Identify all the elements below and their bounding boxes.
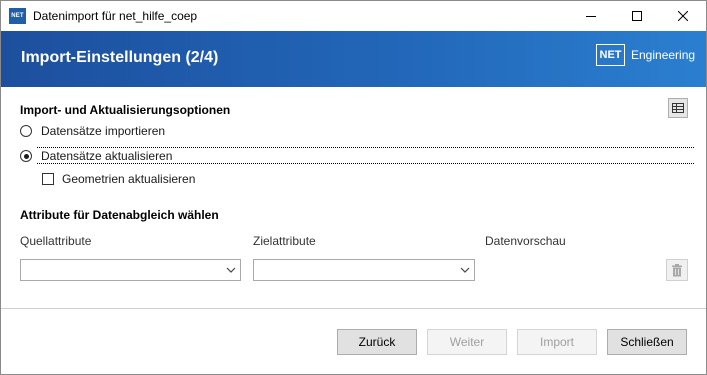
brand-logo: NET Engineering xyxy=(596,44,695,66)
radio-import-label: Datensätze importieren xyxy=(41,124,166,138)
logo-text: Engineering xyxy=(631,48,696,62)
next-button[interactable]: Weiter xyxy=(427,329,507,355)
radio-import-row[interactable]: Datensätze importieren xyxy=(20,124,165,138)
close-icon xyxy=(678,11,688,21)
matching-heading: Attribute für Datenabgleich wählen xyxy=(20,208,219,222)
dialog-window: NET Datenimport für net_hilfe_coep Impor… xyxy=(0,0,707,375)
target-attributes-label: Zielattribute xyxy=(253,234,316,248)
source-attributes-label: Quellattribute xyxy=(20,234,92,248)
geometry-checkbox-label: Geometrien aktualisieren xyxy=(62,172,196,186)
minimize-icon xyxy=(586,16,596,17)
maximize-icon xyxy=(632,11,642,21)
trash-icon xyxy=(672,263,682,276)
logo-mark: NET xyxy=(596,44,625,66)
table-icon xyxy=(672,103,684,113)
window-title: Datenimport für net_hilfe_coep xyxy=(33,9,198,23)
table-view-button[interactable] xyxy=(668,98,688,118)
title-bar: NET Datenimport für net_hilfe_coep xyxy=(1,1,706,31)
radio-update-row[interactable]: Datensätze aktualisieren xyxy=(20,149,172,163)
geometry-checkbox-row[interactable]: Geometrien aktualisieren xyxy=(42,172,195,186)
footer-divider xyxy=(1,308,706,309)
back-button[interactable]: Zurück xyxy=(337,329,417,355)
delete-row-button[interactable] xyxy=(666,259,688,281)
data-preview-label: Datenvorschau xyxy=(485,234,566,248)
options-heading: Import- und Aktualisierungsoptionen xyxy=(20,103,231,117)
source-attribute-select[interactable] xyxy=(20,259,241,281)
chevron-down-icon xyxy=(226,267,236,273)
minimize-button[interactable] xyxy=(568,1,614,31)
radio-import[interactable] xyxy=(20,125,32,137)
radio-update[interactable] xyxy=(20,150,32,162)
maximize-button[interactable] xyxy=(614,1,660,31)
chevron-down-icon xyxy=(460,267,470,273)
import-button[interactable]: Import xyxy=(517,329,597,355)
page-title: Import-Einstellungen (2/4) xyxy=(21,49,219,66)
close-button[interactable] xyxy=(660,1,706,31)
close-dialog-button[interactable]: Schließen xyxy=(607,329,687,355)
focus-rect-top xyxy=(37,147,694,148)
app-icon: NET xyxy=(9,8,26,24)
geometry-checkbox[interactable] xyxy=(42,173,54,185)
header-banner: Import-Einstellungen (2/4) NET Engineeri… xyxy=(1,31,706,87)
focus-rect-bottom xyxy=(37,163,694,164)
target-attribute-select[interactable] xyxy=(253,259,475,281)
radio-update-label: Datensätze aktualisieren xyxy=(41,149,173,163)
